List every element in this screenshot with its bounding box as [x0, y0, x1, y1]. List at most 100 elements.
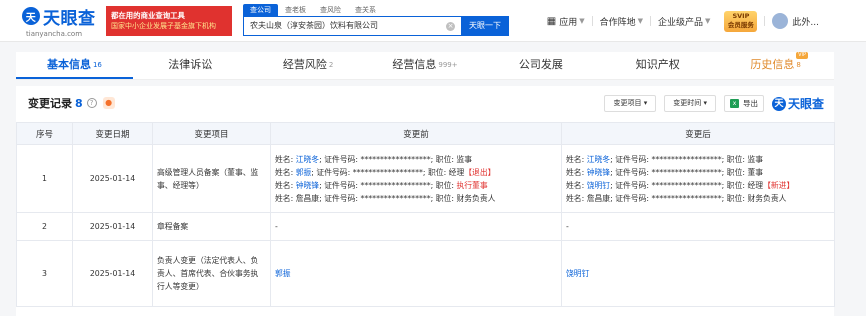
- person-name-link[interactable]: 饶明钉: [566, 269, 589, 278]
- tab-development[interactable]: 公司发展: [483, 52, 600, 79]
- search-tab-boss[interactable]: 查老板: [278, 4, 313, 16]
- chevron-down-icon: ▼: [705, 17, 711, 25]
- changed-highlight: 执行董事: [456, 180, 488, 190]
- help-icon[interactable]: ?: [86, 98, 97, 108]
- row-item: 章程备案: [152, 212, 271, 241]
- svip-line-1: SVIP: [732, 11, 750, 20]
- brand-logo: 天天眼查: [771, 95, 824, 112]
- person-name-link[interactable]: 江晓冬: [587, 155, 610, 164]
- person-line: 姓名: 詹昌康; 证件号码: ******************; 职位: 财…: [275, 192, 557, 205]
- tab-history[interactable]: 历史信息 8 VIP: [717, 52, 834, 79]
- tab-basic-info[interactable]: 基本信息 16: [16, 52, 133, 79]
- row-after: 姓名: 江晓冬; 证件号码: ******************; 职位: 监…: [561, 144, 835, 213]
- row-date: 2025-01-14: [72, 212, 153, 241]
- svip-button[interactable]: SVIP 会员服务: [724, 10, 758, 32]
- tab-count: 16: [92, 61, 102, 69]
- person-text: 姓名: 詹昌康; 证件号码: ******************; 职位: 财…: [275, 193, 496, 203]
- site-logo[interactable]: 天天眼查 tianyancha.com: [22, 4, 102, 38]
- tab-label: 基本信息: [46, 58, 91, 71]
- person-text: ; 证件号码: ******************; 职位: 董事: [610, 167, 764, 177]
- col-header-before[interactable]: 变更前: [270, 122, 562, 145]
- search-tabs: 查公司 查老板 查风险 查关系: [243, 4, 509, 16]
- logo-mark-icon: 天: [22, 7, 40, 25]
- col-header-no[interactable]: 序号: [16, 122, 73, 145]
- person-text: 姓名:: [566, 154, 587, 164]
- tab-ip[interactable]: 知识产权: [600, 52, 717, 79]
- chevron-down-icon: ▾: [703, 99, 707, 107]
- person-line: 姓名: 钟晓锋; 证件号码: ******************; 职位: 董…: [566, 166, 830, 179]
- person-text: 姓名:: [275, 180, 296, 190]
- tab-label: 历史信息: [750, 58, 795, 71]
- tab-label: 经营风险: [282, 58, 327, 71]
- tab-count: 999+: [438, 61, 458, 69]
- change-records-panel: 变更记录 8 ? ● 变更项目 ▾ 变更时间 ▾ x 导出 天天眼查 序号 变更日…: [16, 86, 835, 316]
- nav-enterprise-label: 企业级产品: [658, 17, 704, 28]
- col-header-after[interactable]: 变更后: [561, 122, 835, 145]
- row-item: 高级管理人员备案（董事、监事、经理等）: [152, 144, 271, 213]
- brand-text: 天眼查: [787, 97, 824, 111]
- tab-label: 知识产权: [635, 58, 680, 71]
- col-header-date[interactable]: 变更日期: [72, 122, 153, 145]
- row-no: 2: [16, 212, 73, 241]
- nav-partners-label: 合作阵地: [599, 17, 636, 28]
- filter-time-dropdown[interactable]: 变更时间 ▾: [664, 95, 716, 112]
- person-name-link[interactable]: 江晓冬: [296, 155, 319, 164]
- row-before: 姓名: 江晓冬; 证件号码: ******************; 职位: 监…: [270, 144, 562, 213]
- person-name-link[interactable]: 钟晓锋: [587, 168, 610, 177]
- search-tab-relation[interactable]: 查关系: [348, 4, 383, 16]
- search-area: 查公司 查老板 查风险 查关系 农夫山泉（淳安茶园）饮料有限公司 × 天眼一下: [243, 4, 509, 36]
- person-text: ; 证件号码: ******************; 职位: 经理: [610, 180, 764, 190]
- tab-operation[interactable]: 经营信息 999+: [367, 52, 484, 79]
- person-line: 姓名: 郭振; 证件号码: ******************; 职位: 经理…: [275, 166, 557, 179]
- svip-line-2: 会员服务: [727, 20, 754, 29]
- table-row: 2 2025-01-14 章程备案 - -: [16, 212, 835, 241]
- search-input[interactable]: 农夫山泉（淳安茶园）饮料有限公司 ×: [243, 16, 461, 36]
- person-name-link[interactable]: 饶明钉: [587, 181, 610, 190]
- person-name-link[interactable]: 郭振: [296, 168, 312, 177]
- section-tools: 变更项目 ▾ 变更时间 ▾ x 导出 天天眼查: [596, 95, 824, 112]
- nav-partners[interactable]: 合作阵地 ▼: [593, 15, 650, 28]
- tab-label: 经营信息: [392, 58, 437, 71]
- new-tag: 【新进】: [763, 180, 795, 190]
- person-text: 姓名:: [275, 167, 296, 177]
- chevron-down-icon: ▾: [643, 99, 648, 107]
- nav-right: ▦ 应用 ▼ 合作阵地 ▼ 企业级产品 ▼ SVIP 会员服务 此外...: [540, 0, 826, 42]
- row-no: 1: [16, 144, 73, 213]
- nav-enterprise[interactable]: 企业级产品 ▼: [651, 15, 717, 28]
- user-menu[interactable]: 此外...: [765, 13, 826, 29]
- ad-banner[interactable]: 都在用的商业查询工具 国家中小企业发展子基金旗下机构: [106, 5, 232, 36]
- row-item: 负责人变更（法定代表人、负责人、首席代表、合伙事务执行人等变更）: [152, 240, 271, 307]
- top-bar: 天天眼查 tianyancha.com 都在用的商业查询工具 国家中小企业发展子…: [0, 0, 866, 42]
- person-text: 姓名:: [275, 154, 296, 164]
- person-text: ; 证件号码: ******************; 职位: 监事: [319, 154, 473, 164]
- nav-apps-label: 应用: [559, 17, 578, 28]
- logo-sub: tianyancha.com: [26, 29, 83, 38]
- export-button[interactable]: x 导出: [723, 95, 764, 112]
- col-header-item[interactable]: 变更项目: [152, 122, 271, 145]
- row-after: -: [561, 212, 835, 241]
- person-line: 姓名: 钟晓锋; 证件号码: ******************; 职位: 执…: [275, 179, 557, 192]
- bell-icon[interactable]: ●: [102, 97, 115, 109]
- person-text: 姓名:: [566, 167, 587, 177]
- table-row: 1 2025-01-14 高级管理人员备案（董事、监事、经理等） 姓名: 江晓冬…: [16, 144, 835, 213]
- filter-project-label: 变更项目: [613, 99, 642, 107]
- person-name-link[interactable]: 钟晓锋: [296, 181, 319, 190]
- search-button[interactable]: 天眼一下: [461, 16, 509, 36]
- section-count: 8: [75, 96, 83, 110]
- filter-project-dropdown[interactable]: 变更项目 ▾: [604, 95, 657, 112]
- person-text: ; 证件号码: ******************; 职位: 经理: [311, 167, 465, 177]
- clear-icon[interactable]: ×: [446, 22, 455, 31]
- tab-risk[interactable]: 经营风险 2: [250, 52, 367, 79]
- person-text: ; 证件号码: ******************; 职位:: [319, 180, 457, 190]
- search-tab-risk[interactable]: 查风险: [313, 4, 348, 16]
- table-row: 3 2025-01-14 负责人变更（法定代表人、负责人、首席代表、合伙事务执行…: [16, 240, 835, 307]
- ad-line-1: 都在用的商业查询工具: [111, 10, 185, 20]
- person-line: 姓名: 詹昌康; 证件号码: ******************; 职位: 财…: [566, 192, 830, 205]
- search-input-value: 农夫山泉（淳安茶园）饮料有限公司: [250, 21, 378, 30]
- tab-legal[interactable]: 法律诉讼: [133, 52, 250, 79]
- nav-apps[interactable]: ▦ 应用 ▼: [540, 15, 592, 28]
- person-name-link[interactable]: 郭振: [275, 269, 291, 278]
- search-tab-company[interactable]: 查公司: [243, 4, 278, 16]
- person-line: 姓名: 江晓冬; 证件号码: ******************; 职位: 监…: [275, 153, 557, 166]
- apps-icon: ▦: [546, 15, 557, 27]
